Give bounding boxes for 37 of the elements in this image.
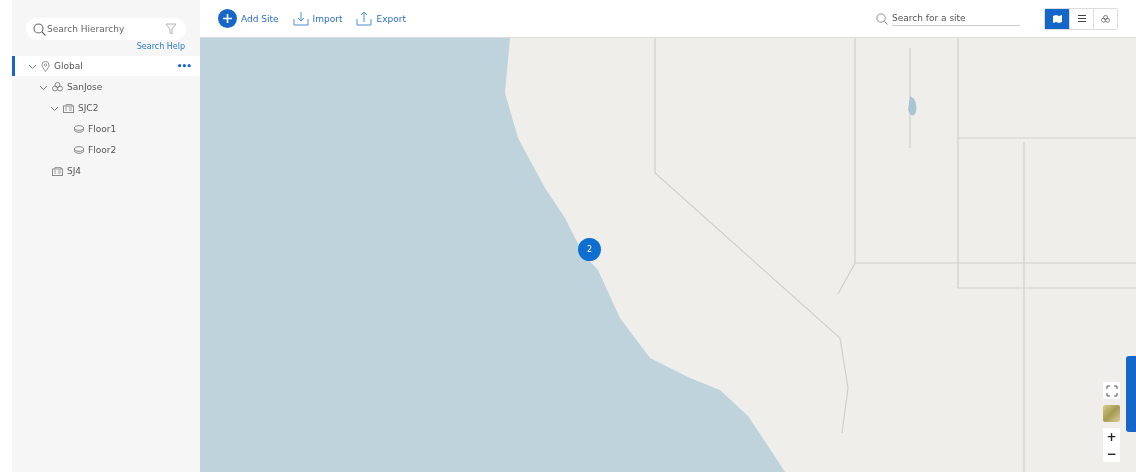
- tree-item-label: SanJose: [67, 82, 104, 92]
- tree-item-label: SJ4: [67, 166, 83, 176]
- export-button[interactable]: Export: [356, 11, 406, 26]
- search-icon: [33, 23, 46, 36]
- more-menu-icon[interactable]: •••: [176, 61, 191, 71]
- tree-item-label: SJC2: [78, 103, 100, 113]
- map-icon: [1052, 14, 1062, 23]
- tree-item[interactable]: SJC2: [12, 98, 200, 118]
- search-icon: [876, 12, 888, 25]
- import-button[interactable]: Import: [292, 11, 343, 26]
- list-icon: [1077, 15, 1086, 22]
- building-group-icon: [1101, 14, 1110, 23]
- fullscreen-button[interactable]: [1103, 382, 1120, 399]
- plus-circle-icon: [218, 9, 237, 28]
- floor-icon: [74, 125, 84, 133]
- tree-item[interactable]: Floor1: [12, 119, 200, 139]
- add-site-button[interactable]: Add Site: [218, 9, 279, 28]
- tree-item-label: Floor1: [88, 124, 118, 134]
- tree-item[interactable]: SanJose: [12, 77, 200, 97]
- satellite-layer-thumbnail[interactable]: [1103, 405, 1120, 422]
- tree-item[interactable]: Floor2: [12, 140, 200, 160]
- hierarchy-search-field[interactable]: Search Hierarchy: [26, 18, 186, 40]
- tree-item[interactable]: Global •••: [12, 56, 200, 76]
- building-icon: [52, 166, 63, 176]
- location-pin-icon: [41, 60, 50, 72]
- download-icon: [292, 11, 309, 26]
- building-icon: [63, 103, 74, 113]
- search-help-link[interactable]: Search Help: [12, 42, 185, 51]
- tree-item[interactable]: SJ4: [12, 161, 200, 181]
- tree-item-label: Global: [54, 61, 84, 71]
- upload-icon: [356, 11, 373, 26]
- fullscreen-icon: [1105, 384, 1118, 397]
- building-group-icon: [52, 82, 63, 92]
- floor-icon: [74, 146, 84, 154]
- site-search-field[interactable]: Search for a site: [892, 11, 1020, 26]
- tree-item-label: Floor2: [88, 145, 118, 155]
- map-view-button[interactable]: [1045, 8, 1069, 29]
